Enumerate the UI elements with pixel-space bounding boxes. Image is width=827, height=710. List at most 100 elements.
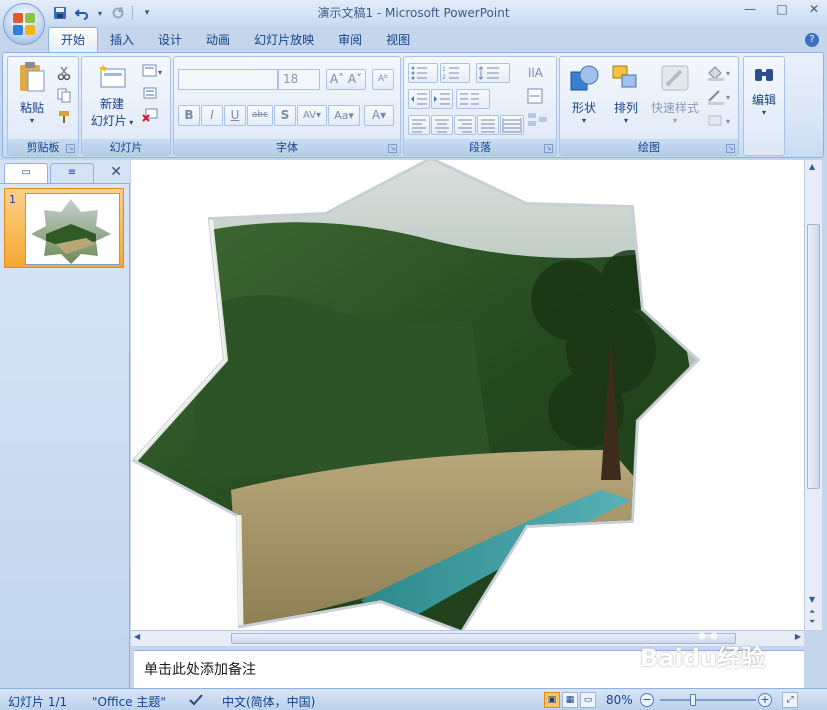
bold-button[interactable]: B	[178, 105, 200, 126]
format-painter-icon[interactable]	[56, 109, 72, 125]
next-slide-icon[interactable]: ⏷	[809, 617, 815, 627]
horizontal-scrollbar[interactable]: ◀ ▶	[131, 630, 804, 646]
font-launcher-icon[interactable]: ↘	[388, 144, 397, 153]
columns-icon[interactable]	[456, 89, 490, 109]
normal-view-icon[interactable]: ▣	[544, 692, 560, 708]
delete-slide-icon[interactable]	[142, 107, 158, 123]
undo-icon[interactable]	[74, 5, 90, 21]
tab-design[interactable]: 设计	[146, 28, 194, 52]
fit-to-window-icon[interactable]: ⤢	[782, 692, 798, 708]
horizontal-scroll-thumb[interactable]	[231, 633, 736, 644]
scroll-left-icon[interactable]: ◀	[134, 632, 140, 641]
vertical-scrollbar[interactable]: ▲ ▼ ⏶ ⏷	[804, 160, 822, 630]
tab-home[interactable]: 开始	[48, 27, 99, 52]
align-right-icon[interactable]	[454, 115, 476, 135]
shape-outline-icon[interactable]: ▾	[706, 87, 734, 105]
maximize-button[interactable]: □	[775, 2, 789, 16]
arrange-button[interactable]: 排列 ▾	[606, 63, 646, 125]
font-name-input[interactable]	[178, 69, 278, 90]
scroll-up-icon[interactable]: ▲	[809, 162, 815, 171]
slideshow-view-icon[interactable]: ▭	[580, 692, 596, 708]
quick-access-toolbar: ▾ ▾	[52, 4, 155, 22]
theme-name: "Office 主题"	[92, 695, 166, 709]
reset-slide-icon[interactable]	[142, 85, 158, 101]
cut-icon[interactable]	[56, 65, 72, 81]
justify-icon[interactable]	[477, 115, 499, 135]
clipboard-group: 粘贴 ▾ 剪贴板 ↘	[7, 56, 79, 156]
zoom-level[interactable]: 80%	[606, 693, 633, 707]
copy-icon[interactable]	[56, 87, 72, 103]
font-grow-shrink-buttons[interactable]: A˄ A˅	[326, 69, 366, 90]
zoom-slider[interactable]	[660, 699, 756, 701]
decrease-indent-icon[interactable]	[408, 89, 430, 109]
vertical-scroll-thumb[interactable]	[807, 224, 820, 489]
slide-picture[interactable]	[131, 160, 804, 630]
scroll-right-icon[interactable]: ▶	[795, 632, 801, 641]
prev-slide-icon[interactable]: ⏶	[809, 607, 815, 617]
notes-pane[interactable]: 单击此处添加备注	[134, 650, 804, 688]
zoom-slider-knob[interactable]	[690, 694, 696, 706]
text-direction-icon[interactable]: llA	[526, 63, 550, 80]
minimize-button[interactable]: —	[743, 2, 757, 16]
smartart-icon[interactable]	[526, 111, 550, 127]
layout-icon[interactable]: ▾	[142, 63, 162, 79]
tab-insert[interactable]: 插入	[98, 28, 146, 52]
underline-button[interactable]: U	[224, 105, 246, 126]
slides-tab-icon[interactable]: ▭	[4, 163, 48, 183]
shapes-button[interactable]: 形状 ▾	[564, 63, 604, 125]
ribbon: 粘贴 ▾ 剪贴板 ↘ 新建 幻灯片 ▾ ▾ 幻灯片 18 A˄ A˅ Aᵇ B …	[2, 52, 824, 158]
redo-icon[interactable]	[110, 5, 126, 21]
slide-sorter-icon[interactable]: ▦	[562, 692, 578, 708]
spelling-check-icon[interactable]	[188, 693, 204, 710]
shape-effects-icon[interactable]: ▾	[706, 111, 734, 127]
align-left-icon[interactable]	[408, 115, 430, 135]
numbering-icon[interactable]: 12	[440, 63, 470, 83]
clear-format-icon[interactable]: Aᵇ	[372, 69, 394, 90]
new-slide-label-line2: 幻灯片 ▾	[90, 114, 134, 128]
editing-dropdown-icon: ▾	[761, 108, 766, 117]
align-text-icon[interactable]	[526, 87, 550, 104]
strikethrough-button[interactable]: abc	[247, 105, 273, 126]
shape-fill-icon[interactable]: ▾	[706, 63, 734, 81]
tab-animations[interactable]: 动画	[194, 28, 242, 52]
paragraph-launcher-icon[interactable]: ↘	[544, 144, 553, 153]
tab-view[interactable]: 视图	[374, 28, 422, 52]
language-indicator[interactable]: 中文(简体，中国)	[222, 693, 315, 710]
align-center-icon[interactable]	[431, 115, 453, 135]
zoom-out-icon[interactable]: −	[640, 693, 654, 707]
drawing-launcher-icon[interactable]: ↘	[726, 144, 735, 153]
customize-qat-icon[interactable]: ▾	[139, 5, 155, 21]
new-slide-label-line1: 新建	[99, 97, 124, 111]
line-spacing-icon[interactable]	[476, 63, 510, 83]
zoom-in-icon[interactable]: +	[758, 693, 772, 707]
increase-indent-icon[interactable]	[431, 89, 453, 109]
scroll-down-icon[interactable]: ▼	[809, 595, 815, 604]
tab-slideshow[interactable]: 幻灯片放映	[242, 28, 326, 52]
quick-styles-button[interactable]: 快速样式 ▾	[648, 63, 702, 125]
outline-tab-icon[interactable]: ≡	[50, 163, 94, 183]
change-case-button[interactable]: Aa▾	[328, 105, 360, 126]
shadow-button[interactable]: S	[274, 105, 296, 126]
char-spacing-button[interactable]: AV▾	[297, 105, 327, 126]
svg-text:1: 1	[442, 66, 446, 73]
slide-number: 1	[9, 193, 16, 206]
save-icon[interactable]	[52, 5, 68, 21]
new-slide-button[interactable]: 新建 幻灯片 ▾	[86, 63, 138, 129]
slide-thumbnail-item[interactable]: 1	[4, 188, 124, 268]
font-size-input[interactable]: 18	[278, 69, 320, 90]
bullets-icon[interactable]	[408, 63, 438, 83]
distributed-icon[interactable]	[500, 115, 524, 135]
slide-canvas[interactable]	[131, 160, 804, 630]
font-color-button[interactable]: A▾	[364, 105, 394, 126]
editing-button[interactable]: 编辑 ▾	[746, 65, 782, 117]
undo-dropdown-icon[interactable]: ▾	[96, 5, 104, 21]
help-icon[interactable]: ?	[805, 33, 819, 47]
clipboard-launcher-icon[interactable]: ↘	[66, 144, 75, 153]
svg-text:▾: ▾	[158, 68, 162, 77]
italic-button[interactable]: I	[201, 105, 223, 126]
paste-button[interactable]: 粘贴 ▾	[12, 61, 52, 125]
office-button[interactable]	[3, 3, 45, 45]
tab-review[interactable]: 审阅	[326, 28, 374, 52]
close-button[interactable]: ✕	[807, 2, 821, 16]
pane-close-icon[interactable]: ✕	[110, 164, 122, 180]
